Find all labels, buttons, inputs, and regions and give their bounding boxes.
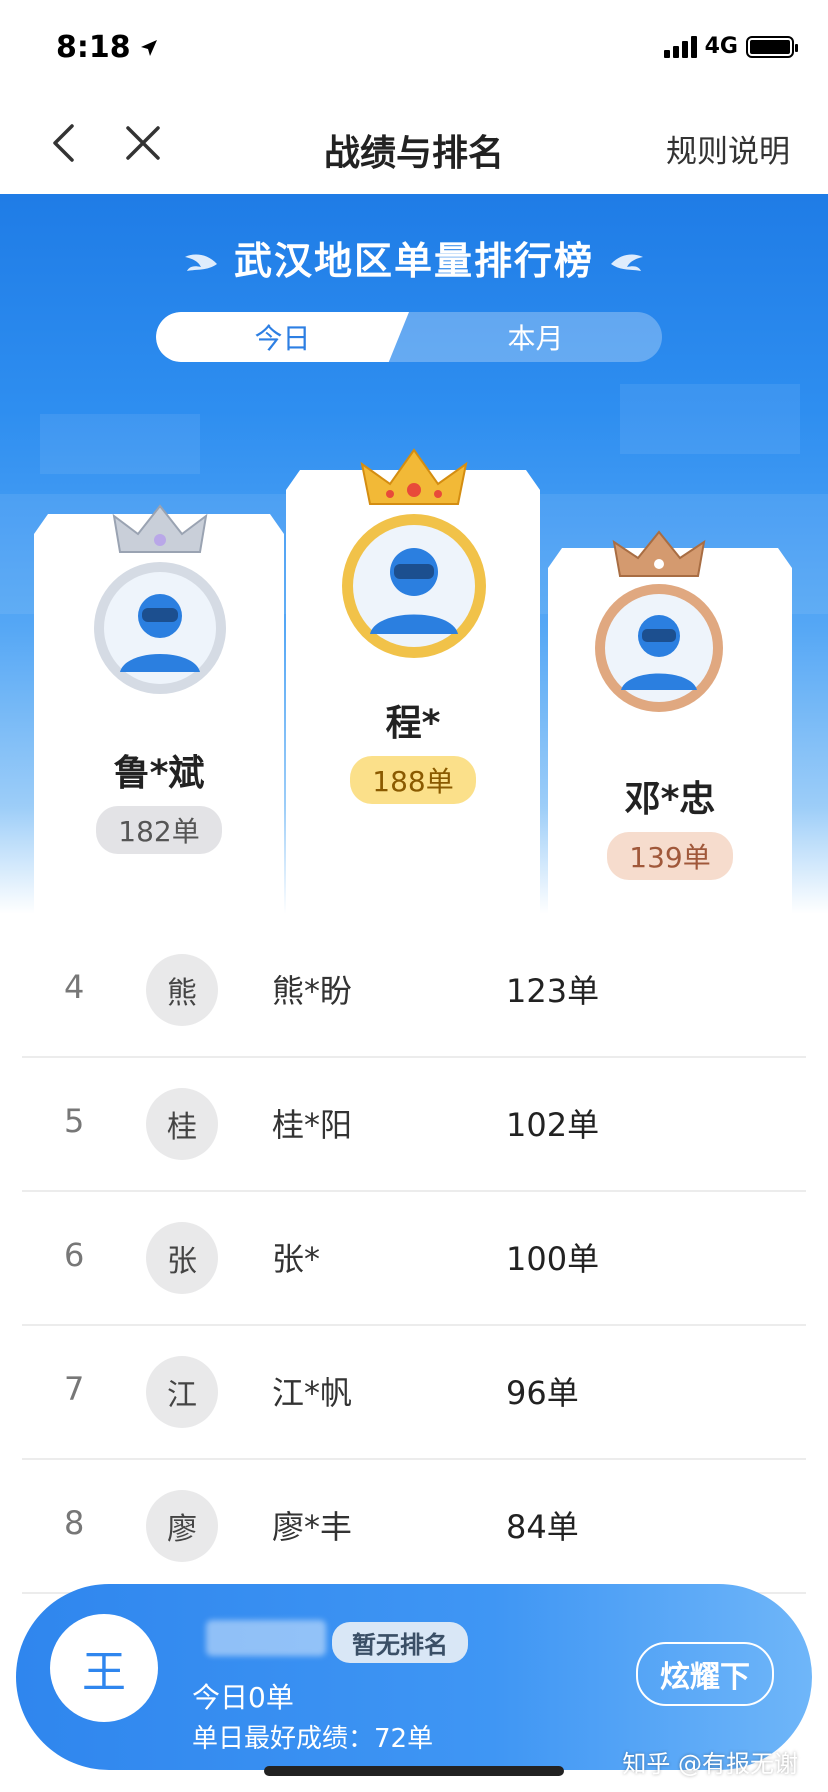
blurred-name [206, 1620, 326, 1656]
second-place-name: 鲁*斌 [113, 753, 205, 794]
first-place-count: 188单 [350, 756, 476, 804]
avatar: 熊 [146, 954, 218, 1026]
board-title: 武汉地区单量排行榜 [0, 230, 828, 285]
second-place-info: 鲁*斌 182单 [34, 744, 284, 854]
ranking-list: 4 熊 熊*盼 123单 5 桂 桂*阳 102单 6 张 张* 100单 7 … [22, 924, 806, 1594]
third-place-info: 邓*忠 139单 [548, 770, 792, 880]
today-orders: 今日0单 [192, 1681, 294, 1714]
order-count: 96单 [506, 1374, 579, 1412]
show-off-button[interactable]: 炫耀下 [636, 1642, 774, 1706]
silver-crown-icon [112, 504, 208, 553]
tab-month[interactable]: 本月 [409, 312, 662, 362]
first-place-name: 程* [385, 703, 441, 744]
list-item[interactable]: 4 熊 熊*盼 123单 [22, 924, 806, 1058]
first-place-avatar [342, 448, 486, 658]
avatar: 桂 [146, 1088, 218, 1160]
order-count: 123单 [506, 972, 600, 1010]
courier-name: 江*帆 [272, 1374, 353, 1412]
avatar: 廖 [146, 1490, 218, 1562]
courier-name: 桂*阳 [272, 1106, 353, 1144]
list-item[interactable]: 8 廖 廖*丰 84单 [22, 1460, 806, 1594]
watermark: 知乎 @有报无谢 [622, 1750, 798, 1778]
order-count: 100单 [506, 1240, 600, 1278]
courier-name: 熊*盼 [272, 972, 353, 1010]
list-item[interactable]: 5 桂 桂*阳 102单 [22, 1058, 806, 1192]
period-tabs: 今日 本月 [156, 312, 662, 362]
courier-name: 廖*丰 [272, 1508, 353, 1546]
best-record: 单日最好成绩：72单 [192, 1724, 434, 1754]
rank-number: 8 [64, 1504, 85, 1542]
signal-icon [663, 35, 697, 58]
order-count: 84单 [506, 1508, 579, 1546]
bronze-crown-icon [612, 530, 706, 577]
avatar: 江 [146, 1356, 218, 1428]
rank-status-badge: 暂无排名 [332, 1622, 468, 1663]
tab-today[interactable]: 今日 [156, 312, 409, 362]
rank-number: 7 [64, 1370, 85, 1408]
first-place-info: 程* 188单 [286, 694, 540, 804]
gold-crown-icon [360, 448, 468, 505]
list-item[interactable]: 7 江 江*帆 96单 [22, 1326, 806, 1460]
second-place-count: 182单 [96, 806, 222, 854]
third-place-avatar [595, 530, 723, 712]
battery-icon [746, 35, 798, 58]
home-indicator[interactable] [264, 1766, 564, 1776]
rank-number: 4 [64, 968, 85, 1006]
hero-decoration [620, 384, 800, 454]
my-avatar: 王 [50, 1614, 158, 1722]
nav-bar: 战绩与排名 规则说明 [0, 96, 828, 194]
status-bar: 8:18 4G [0, 0, 828, 96]
second-place-avatar [94, 504, 226, 694]
courier-name: 张* [272, 1240, 321, 1278]
network-label: 4G [704, 34, 738, 59]
rank-number: 6 [64, 1236, 85, 1274]
time-text: 8:18 [56, 30, 131, 65]
hero-decoration [40, 414, 200, 474]
avatar: 张 [146, 1222, 218, 1294]
third-place-count: 139单 [607, 832, 733, 880]
my-ranking-card: 王 暂无排名 今日0单 单日最好成绩：72单 炫耀下 [16, 1584, 812, 1770]
board-title-text: 武汉地区单量排行榜 [233, 239, 594, 283]
wing-right-icon [611, 254, 644, 271]
third-place-name: 邓*忠 [624, 779, 716, 820]
location-arrow-icon [140, 39, 157, 56]
order-count: 102单 [506, 1106, 600, 1144]
status-indicators: 4G [663, 34, 798, 59]
wing-left-icon [184, 254, 217, 271]
list-item[interactable]: 6 张 张* 100单 [22, 1192, 806, 1326]
status-time: 8:18 [56, 30, 159, 65]
rules-link[interactable]: 规则说明 [666, 126, 790, 171]
rank-number: 5 [64, 1102, 85, 1140]
